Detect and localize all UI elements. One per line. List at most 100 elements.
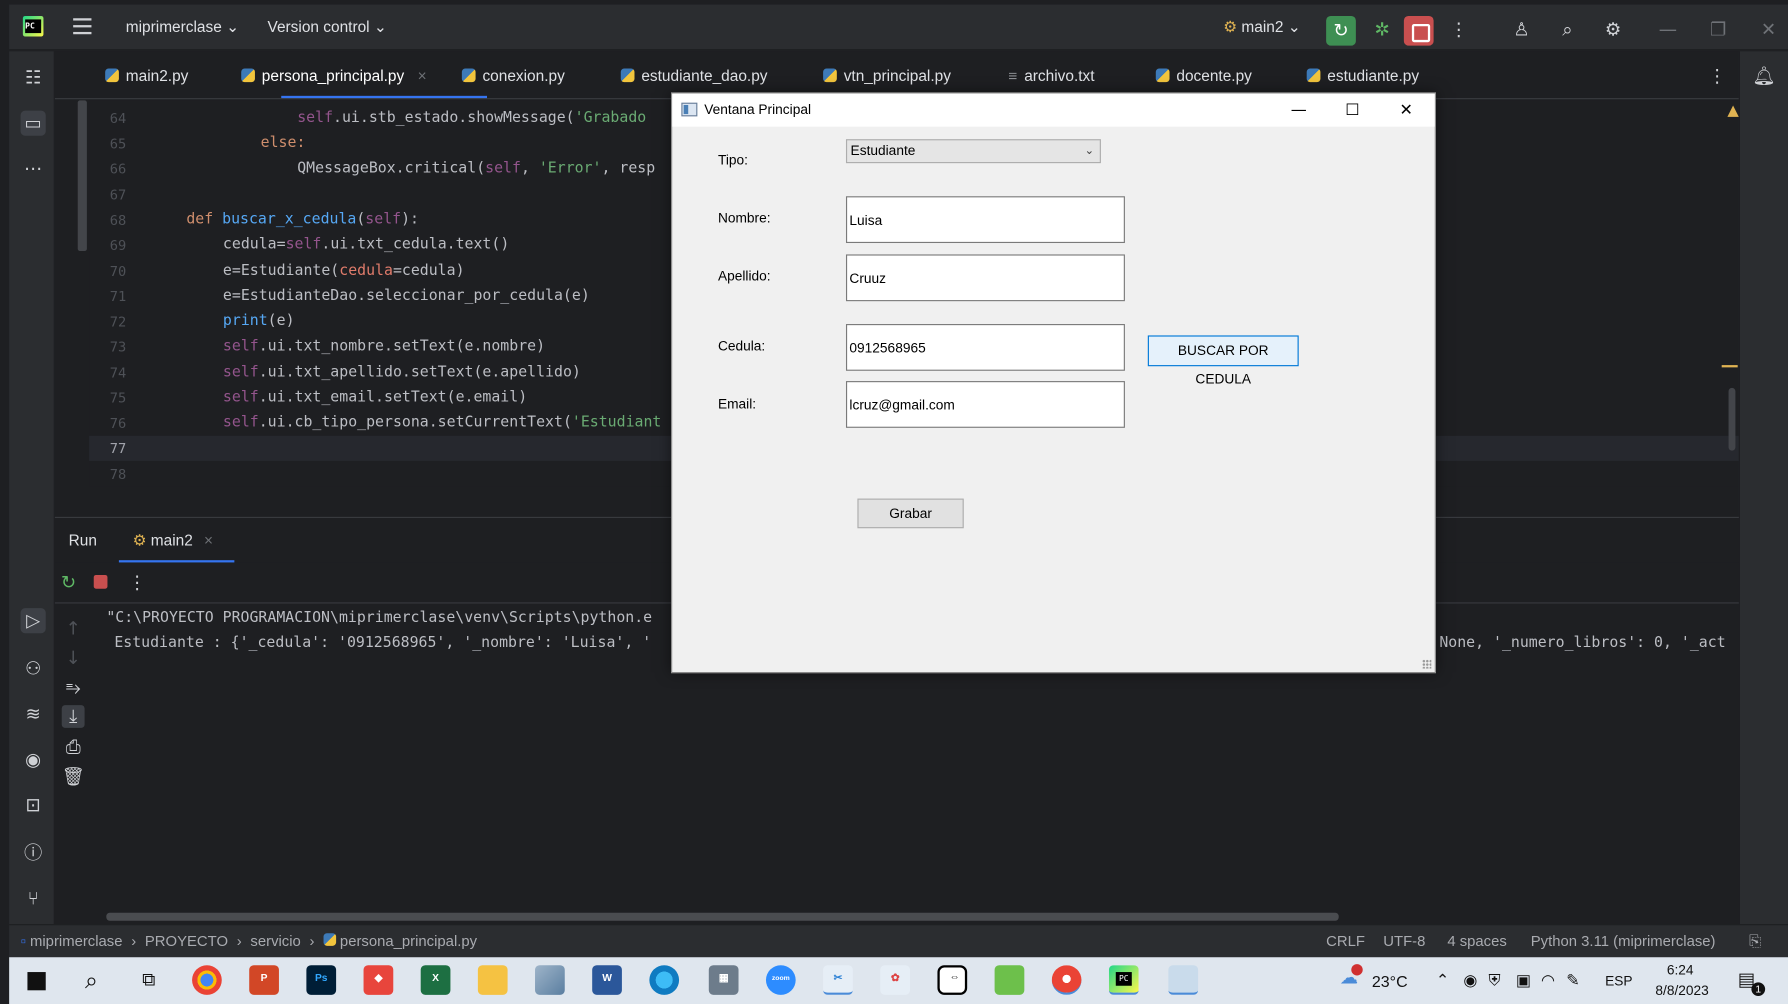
breadcrumb-item[interactable]: miprimerclase <box>30 932 122 949</box>
debug-icon[interactable]: ✲ <box>1370 18 1395 41</box>
apellido-field[interactable]: Cruuz <box>845 254 1125 302</box>
cedula-field[interactable]: 0912568965 <box>845 324 1125 371</box>
chrome-profile-icon[interactable] <box>1051 965 1082 995</box>
weather-temperature[interactable]: 23°C <box>1372 972 1408 990</box>
breadcrumb-item[interactable]: PROYECTO <box>145 932 228 949</box>
pycharm-taskbar-icon[interactable]: PC <box>1108 965 1139 995</box>
close-run-tab-icon[interactable]: × <box>204 532 213 549</box>
code-with-me-icon[interactable]: ♙ <box>1509 18 1534 41</box>
git-icon[interactable]: ⑂ <box>21 886 46 911</box>
tab-vtn-principal[interactable]: vtn_principal.py <box>823 67 951 84</box>
maximize-icon[interactable]: ☐ <box>1326 96 1379 126</box>
anydesk-icon[interactable]: ◆ <box>363 965 394 995</box>
meeting-icon[interactable]: ▣ <box>1516 971 1531 990</box>
search-icon[interactable]: ⌕ <box>78 969 105 992</box>
tab-options-icon[interactable]: ⋮ <box>1706 65 1729 88</box>
tab-conexion[interactable]: conexion.py <box>461 67 565 84</box>
close-tab-icon[interactable]: × <box>418 67 427 84</box>
python-packages-icon[interactable]: ⚇ <box>21 656 46 681</box>
output-horizontal-scrollbar[interactable] <box>106 912 1339 921</box>
tab-estudiante[interactable]: estudiante.py <box>1306 67 1419 84</box>
python-app-taskbar-icon[interactable] <box>1168 965 1199 995</box>
task-view-icon[interactable]: ⧉ <box>135 969 162 992</box>
services-icon[interactable]: ◉ <box>21 747 46 772</box>
project-folder-icon[interactable]: ▭ <box>20 110 46 136</box>
main-menu-icon[interactable] <box>73 18 92 35</box>
encoding-indicator[interactable]: UTF-8 <box>1383 932 1425 949</box>
clock-date[interactable]: 8/8/2023 <box>1655 982 1708 998</box>
rerun-icon[interactable]: ↻ <box>57 572 80 595</box>
run-config-selector[interactable]: ⚙ main2 ⌄ <box>1223 18 1300 36</box>
tab-archivo[interactable]: ≡ archivo.txt <box>1008 67 1094 84</box>
problems-icon[interactable]: ⓘ <box>21 841 46 866</box>
chrome-icon[interactable] <box>192 965 222 995</box>
more-icon[interactable]: ⋮ <box>128 572 146 595</box>
close-icon[interactable]: ✕ <box>1380 96 1433 126</box>
teamviewer-icon[interactable]: ⇔ <box>937 965 968 995</box>
minimize-icon[interactable]: — <box>1655 18 1680 41</box>
delete-icon[interactable]: 🗑︎ <box>62 766 85 789</box>
security-icon[interactable]: ⛨ <box>1488 971 1500 990</box>
terminal-icon[interactable]: ⊡ <box>21 793 46 818</box>
app-icon[interactable] <box>535 965 565 995</box>
tab-persona-principal[interactable]: persona_principal.py × <box>241 67 427 84</box>
project-structure-icon[interactable]: ☷ <box>21 65 46 90</box>
search-icon[interactable]: ⌕ <box>1555 18 1580 41</box>
lock-icon[interactable]: ⎘ <box>1749 932 1761 950</box>
indent-indicator[interactable]: 4 spaces <box>1447 932 1507 949</box>
settings-icon[interactable]: ⚙ <box>1601 18 1626 41</box>
scroll-to-end-icon[interactable]: ⤓ <box>61 705 85 728</box>
run-tool-icon[interactable]: ▷ <box>20 608 46 634</box>
project-selector[interactable]: miprimerclase ⌄ <box>126 18 239 36</box>
soft-wrap-icon[interactable]: ⥱ <box>62 677 85 700</box>
resize-grip-icon[interactable] <box>1422 659 1432 669</box>
tab-estudiante-dao[interactable]: estudiante_dao.py <box>620 67 767 84</box>
zoom-icon[interactable]: zoom <box>765 965 796 995</box>
edge-icon[interactable] <box>649 965 680 995</box>
paint-icon[interactable]: ✿ <box>880 965 911 995</box>
warning-icon[interactable]: ▲ <box>1724 100 1742 123</box>
more-actions-icon[interactable]: ⋮ <box>1447 18 1470 41</box>
scroll-down-icon[interactable]: ↓ <box>62 647 85 670</box>
tab-docente[interactable]: docente.py <box>1155 67 1252 84</box>
restore-icon[interactable]: ❐ <box>1706 18 1731 41</box>
powerpoint-icon[interactable]: P <box>249 965 279 995</box>
interpreter-indicator[interactable]: Python 3.11 (miprimerclase) <box>1531 932 1716 949</box>
stop-icon[interactable] <box>93 575 108 589</box>
breadcrumb-item[interactable]: persona_principal.py <box>340 932 477 949</box>
nombre-field[interactable]: Luisa <box>845 196 1125 244</box>
email-field[interactable]: lcruz@gmail.com <box>845 381 1125 428</box>
snipping-tool-icon[interactable]: ✂ <box>823 965 853 995</box>
tray-overflow-icon[interactable]: ⌃ <box>1436 971 1449 990</box>
more-tools-icon[interactable]: ⋯ <box>21 156 46 181</box>
run-tab-main2[interactable]: ⚙ main2 × <box>133 532 213 550</box>
pen-icon[interactable]: ✎ <box>1566 971 1579 990</box>
tray-app-icon[interactable]: ◉ <box>1463 971 1477 990</box>
breadcrumb-item[interactable]: servicio <box>250 932 300 949</box>
version-control-menu[interactable]: Version control ⌄ <box>268 18 387 36</box>
line-ending-indicator[interactable]: CRLF <box>1326 932 1365 949</box>
excel-icon[interactable]: X <box>420 965 451 995</box>
stop-button[interactable] <box>1403 15 1434 46</box>
calculator-icon[interactable]: ▦ <box>708 965 739 995</box>
clock-time[interactable]: 6:24 <box>1667 962 1694 978</box>
editor-scrollbar[interactable] <box>1728 387 1736 451</box>
wifi-icon[interactable]: ◠ <box>1541 971 1555 990</box>
tab-main2[interactable]: main2.py <box>105 67 188 84</box>
windows-start-icon[interactable] <box>27 972 46 991</box>
minimize-icon[interactable]: — <box>1272 96 1325 126</box>
file-explorer-icon[interactable] <box>477 965 508 995</box>
grabar-button[interactable]: Grabar <box>857 498 964 529</box>
layers-icon[interactable]: ≋ <box>21 702 46 727</box>
print-icon[interactable]: ⎙ <box>62 736 85 759</box>
app-green-icon[interactable] <box>994 965 1025 995</box>
dialog-title-bar[interactable]: Ventana Principal — ☐ ✕ <box>672 93 1435 127</box>
tipo-combobox[interactable]: Estudiante ⌄ <box>845 139 1101 164</box>
photoshop-icon[interactable]: Ps <box>306 965 337 995</box>
input-language[interactable]: ESP <box>1605 973 1632 989</box>
close-icon[interactable]: ✕ <box>1756 18 1781 41</box>
rerun-button[interactable]: ↻ <box>1326 15 1356 46</box>
scroll-up-icon[interactable]: ↑ <box>62 617 85 640</box>
notifications-icon[interactable]: 🔔︎ <box>1751 65 1776 88</box>
buscar-por-cedula-button[interactable]: BUSCAR POR CEDULA <box>1147 335 1299 387</box>
